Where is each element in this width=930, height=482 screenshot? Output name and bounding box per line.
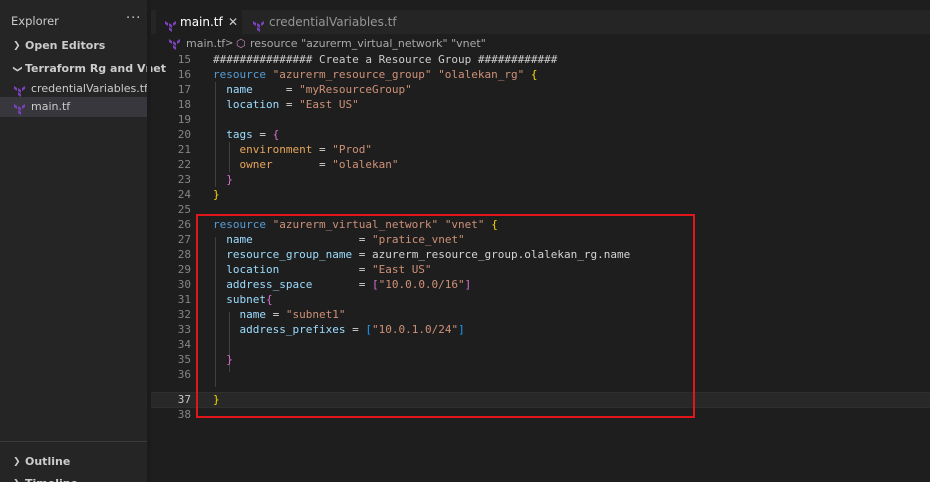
code-line-20: tags = { [226, 128, 280, 141]
line-number: 32 [177, 308, 191, 321]
line-number: 38 [177, 408, 191, 421]
line-number: 20 [177, 128, 191, 141]
line-number: 31 [177, 293, 191, 306]
breadcrumb-symbol[interactable]: resource "azurerm_virtual_network" "vnet… [250, 36, 486, 52]
line-number: 23 [177, 173, 191, 186]
code-line-17: name = "myResourceGroup" [226, 83, 412, 96]
line-number: 21 [177, 143, 191, 156]
chevron-right-icon: ❯ [13, 41, 21, 51]
line-number: 19 [177, 113, 191, 126]
outline-section[interactable]: ❯ Outline [0, 452, 147, 472]
code-line-15: ############### Create a Resource Group … [213, 53, 558, 66]
folder-section[interactable]: ❯ Terraform Rg and Vnet [0, 59, 166, 79]
line-number: 29 [177, 263, 191, 276]
code-line-16: resource "azurerm_resource_group" "olale… [213, 68, 538, 81]
timeline-section[interactable]: ❯ Timeline [0, 474, 147, 482]
line-number: 25 [177, 203, 191, 216]
tab-main-tf[interactable]: main.tf ✕ [156, 10, 242, 34]
code-line-18: location = "East US" [226, 98, 359, 111]
breadcrumb-separator: > [225, 38, 234, 49]
line-number: 17 [177, 83, 191, 96]
explorer-title: Explorer [11, 14, 59, 28]
explorer-sidebar: Explorer ··· ❯ Open Editors ❯ Terraform … [0, 0, 166, 482]
line-number: 24 [177, 188, 191, 201]
terraform-file-icon [13, 102, 25, 122]
breadcrumb-file[interactable]: main.tf [186, 36, 225, 52]
line-number: 18 [177, 98, 191, 111]
highlight-box [196, 214, 695, 418]
line-number: 27 [177, 233, 191, 246]
more-actions-icon[interactable]: ··· [126, 11, 141, 26]
chevron-down-icon: ❯ [11, 65, 22, 73]
close-icon[interactable]: ✕ [228, 10, 238, 34]
code-line-22: owner = "olalekan" [239, 158, 399, 171]
line-number: 26 [177, 218, 191, 231]
tab-bar: main.tf ✕ credentialVariables.tf [151, 10, 930, 34]
line-number: 30 [177, 278, 191, 291]
code-line-21: environment = "Prod" [239, 143, 372, 156]
line-number: 33 [177, 323, 191, 336]
open-editors-section[interactable]: ❯ Open Editors [0, 36, 147, 56]
file-main[interactable]: main.tf [0, 97, 147, 117]
divider [0, 441, 147, 442]
file-credentialvariables[interactable]: credentialVariables.tf [0, 79, 148, 99]
line-number: 22 [177, 158, 191, 171]
line-number: 34 [177, 338, 191, 351]
terraform-file-icon [164, 16, 176, 40]
chevron-right-icon: ❯ [13, 474, 21, 482]
line-number-current: 37 [177, 393, 191, 406]
line-number: 35 [177, 353, 191, 366]
code-line-23: } [226, 173, 233, 186]
tab-credentialvariables[interactable]: credentialVariables.tf [242, 10, 414, 34]
line-number: 15 [177, 53, 191, 66]
code-line-24: } [213, 188, 220, 201]
line-number: 16 [177, 68, 191, 81]
chevron-right-icon: ❯ [13, 457, 21, 467]
line-number: 36 [177, 368, 191, 381]
symbol-icon: ⬡ [236, 37, 246, 50]
line-number: 28 [177, 248, 191, 261]
